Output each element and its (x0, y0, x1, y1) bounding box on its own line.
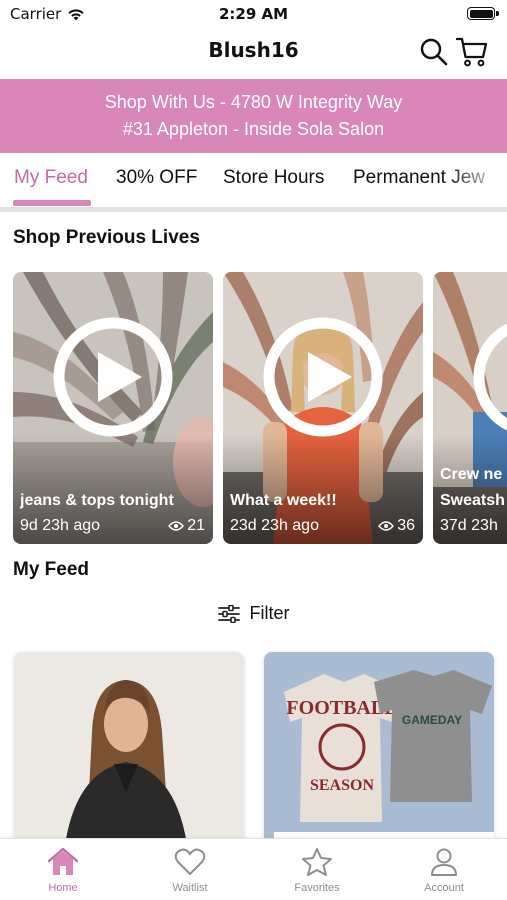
tab-favorites[interactable]: Favorites (254, 847, 380, 894)
play-icon[interactable] (52, 316, 174, 438)
tab-waitlist[interactable]: Waitlist (127, 847, 253, 894)
heart-icon (174, 848, 206, 876)
divider (0, 207, 507, 212)
section-title-previous-lives: Shop Previous Lives (13, 227, 200, 248)
live-time: 23d 23h ago (230, 517, 319, 534)
live-title: Crew ne (440, 466, 503, 483)
tab-label: Account (424, 882, 464, 894)
product-card[interactable]: FOOTBALL SEASON GAMEDAY GAME DAY VIBES (264, 652, 494, 852)
live-card[interactable]: jeans & tops tonight 9d 23h ago 21 (13, 272, 213, 544)
store-banner[interactable]: Shop With Us - 4780 W Integrity Way #31 … (0, 79, 507, 153)
tab-label: Favorites (294, 882, 340, 894)
live-title: What a week!! (230, 492, 337, 509)
tab-my-feed[interactable]: My Feed (14, 167, 88, 189)
eye-icon (168, 521, 185, 531)
filter-label: Filter (249, 603, 290, 623)
active-tab-indicator (13, 200, 91, 206)
filter-button[interactable]: Filter (0, 603, 507, 628)
home-icon (47, 847, 79, 875)
star-icon (302, 848, 332, 876)
status-time: 2:29 AM (218, 5, 289, 23)
cart-icon[interactable] (455, 36, 489, 68)
banner-line-1: Shop With Us - 4780 W Integrity Way (104, 92, 403, 112)
tabs-fade (447, 153, 507, 209)
tab-label: Waitlist (172, 882, 208, 894)
live-views: 36 (378, 517, 415, 535)
live-card[interactable]: What a week!! 23d 23h ago 36 (223, 272, 423, 544)
person-icon (431, 848, 457, 876)
section-title-my-feed: My Feed (13, 559, 90, 580)
product-image: FOOTBALL SEASON GAMEDAY (264, 652, 494, 852)
bottom-tab-bar: Home Waitlist Favorites Account (0, 838, 507, 900)
tab-account[interactable]: Account (381, 847, 507, 894)
svg-text:SEASON: SEASON (310, 777, 374, 794)
play-icon[interactable] (472, 316, 507, 438)
live-subtitle: Sweatsh (440, 492, 505, 509)
live-views-count: 21 (187, 517, 205, 534)
eye-icon (378, 521, 395, 531)
battery-icon (467, 7, 499, 20)
live-views: 21 (168, 517, 205, 535)
banner-line-2: #31 Appleton - Inside Sola Salon (122, 119, 385, 139)
svg-text:GAMEDAY: GAMEDAY (402, 713, 462, 727)
status-bar: Carrier 2:29 AM (0, 0, 507, 28)
live-views-count: 36 (397, 517, 415, 534)
product-card[interactable] (14, 652, 244, 852)
category-tabs: My Feed 30% OFF Store Hours Permanent Je… (0, 153, 507, 209)
play-icon[interactable] (262, 316, 384, 438)
nav-bar: Blush16 (0, 28, 507, 78)
tab-30-off[interactable]: 30% OFF (116, 167, 197, 189)
search-icon[interactable] (419, 37, 449, 67)
live-time: 9d 23h ago (20, 517, 101, 534)
tab-store-hours[interactable]: Store Hours (223, 167, 324, 189)
live-title: jeans & tops tonight (20, 492, 174, 509)
previous-lives-carousel[interactable]: jeans & tops tonight 9d 23h ago 21 What … (0, 272, 507, 544)
product-image (14, 652, 244, 852)
tab-label: Home (48, 882, 78, 894)
sliders-icon (217, 604, 240, 623)
live-time: 37d 23h (440, 517, 498, 534)
tab-home[interactable]: Home (0, 847, 126, 894)
live-card[interactable]: Crew ne Sweatsh 37d 23h (433, 272, 507, 544)
